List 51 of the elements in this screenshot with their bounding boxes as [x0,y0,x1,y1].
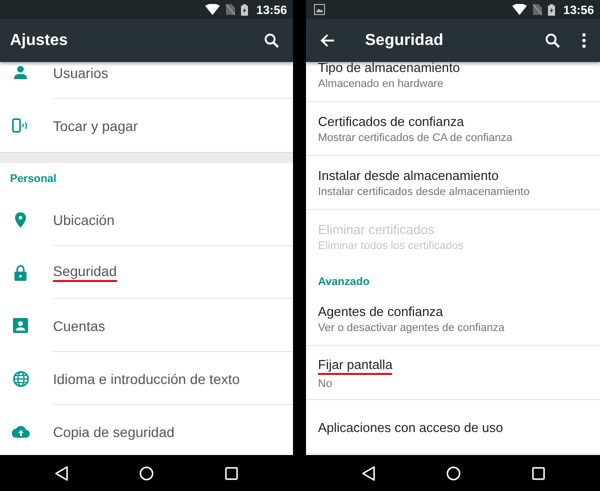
item-title: Seguridad [53,263,117,282]
item-summary: Ver o desactivar agentes de confianza [318,322,505,334]
item-summary: Eliminar todos los certificados [318,240,464,252]
location-pin-icon [15,212,26,228]
globe-icon [12,370,28,386]
item-title: Idioma e introducción de texto [53,370,240,386]
item-summary: No [318,378,332,390]
square-recents-icon [224,466,238,480]
wifi-icon [512,4,528,15]
status-time: 13:56 [256,2,287,16]
more-vertical-icon [582,33,586,48]
item-summary: Instalar certificados desde almacenamiento [318,186,530,198]
item-title: Instalar desde almacenamiento [318,168,499,183]
item-title: Usuarios [53,64,108,80]
item-title: Certificados de confianza [318,114,464,129]
search-icon [264,33,279,48]
section-header: Avanzado [317,275,371,290]
item-title: Eliminar certificados [318,222,434,237]
battery-icon [241,4,248,16]
circle-home-icon [446,466,460,480]
item-title: Tocar y pagar [53,118,138,134]
item-title: Copia de seguridad [53,424,174,440]
item-summary: Mostrar certificados de CA de confianza [318,132,512,144]
screen-title: Seguridad [365,32,444,50]
contact-card-icon [13,318,28,333]
item-title: Aplicaciones con acceso de uso [318,420,504,434]
back-arrow-icon [320,33,335,48]
item-title: Agentes de confianza [318,304,444,319]
item-title: Cuentas [53,318,106,334]
settings-item[interactable]: Tipo de almacenamiento Almacenado en hardware [306,62,600,102]
square-recents-icon [532,466,544,480]
image-notification-icon [314,4,325,15]
no-sim-icon [226,4,236,15]
triangle-back-icon [362,466,374,480]
circle-home-icon [138,466,154,480]
battery-icon [548,4,556,16]
triangle-back-icon [55,466,68,480]
search-icon [545,33,560,48]
wifi-icon [205,4,220,15]
item-summary: Almacenado en hardware [318,78,444,90]
item-title: Fijar pantalla [318,356,392,374]
no-sim-icon [533,4,542,15]
status-time: 13:56 [563,2,594,16]
cloud-upload-icon [12,425,30,438]
section-header: Personal [9,172,58,187]
item-title: Tipo de almacenamiento [318,62,460,75]
phone-waves-icon [12,118,30,133]
item-title: Ubicación [53,212,114,228]
person-icon [13,65,28,80]
screen-title: Ajustes [10,32,69,50]
lock-icon [14,264,27,280]
